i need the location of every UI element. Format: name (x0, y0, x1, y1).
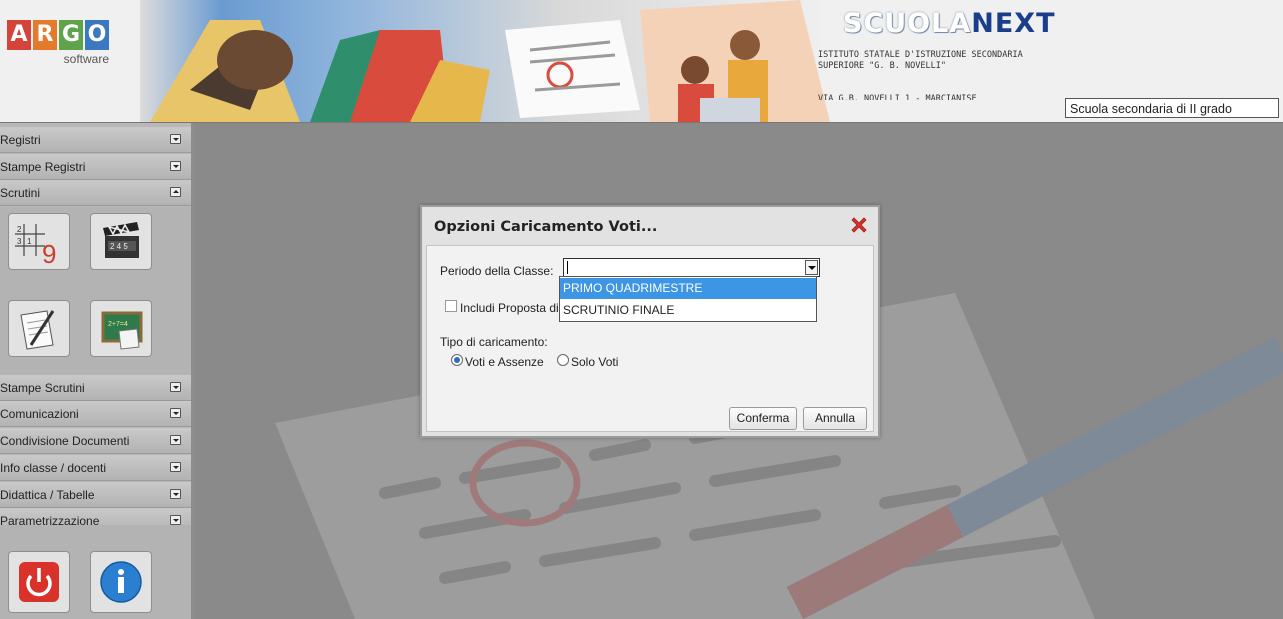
menu-stampe-registri[interactable]: Stampe Registri (0, 154, 191, 180)
logo-letter: A (7, 20, 31, 50)
brand-part2: NEXT (971, 8, 1056, 39)
menu-info-classe-docenti[interactable]: Info classe / docenti (0, 455, 191, 481)
school-type-select[interactable]: Scuola secondaria di II grado (1065, 98, 1279, 118)
dropdown-arrow-icon[interactable] (805, 260, 818, 275)
sidebar: Registri Stampe Registri Scrutini 2 3 1 … (0, 123, 195, 619)
dialog-body: Periodo della Classe: Includi Proposta d… (426, 245, 874, 432)
svg-text:1: 1 (27, 237, 32, 246)
svg-text:2 4 5: 2 4 5 (110, 242, 128, 251)
menu-label: Scrutini (0, 186, 41, 200)
scrutini-panel: 2 3 1 9 2 4 5 2+7=4 (0, 207, 191, 375)
periodo-label: Periodo della Classe: (440, 264, 554, 278)
expand-toggle-icon[interactable] (170, 134, 181, 144)
logo-letter: G (59, 20, 83, 50)
periodo-select[interactable] (563, 258, 820, 277)
school-address: VIA G.B. NOVELLI 1 - MARCIANISE (818, 94, 977, 100)
includi-proposta-label: Includi Proposta di voto (460, 301, 560, 315)
svg-text:3: 3 (17, 237, 22, 246)
menu-label: Stampe Scrutini (0, 381, 85, 395)
menu-comunicazioni[interactable]: Comunicazioni (0, 401, 191, 427)
school-name: ISTITUTO STATALE D'ISTRUZIONE SECONDARIA… (818, 50, 1023, 71)
menu-didattica-tabelle[interactable]: Didattica / Tabelle (0, 482, 191, 508)
svg-text:2+7=4: 2+7=4 (108, 321, 128, 328)
menu-label: Registri (0, 133, 41, 147)
dropdown-option-scrutinio-finale[interactable]: SCRUTINIO FINALE (560, 300, 816, 321)
grid-9-icon[interactable]: 2 3 1 9 (8, 213, 70, 270)
blackboard-icon[interactable]: 2+7=4 (90, 300, 152, 357)
expand-toggle-icon[interactable] (170, 408, 181, 418)
expand-toggle-icon[interactable] (170, 489, 181, 499)
confirm-button[interactable]: Conferma (729, 407, 797, 430)
clapperboard-icon[interactable]: 2 4 5 (90, 213, 152, 270)
tipo-caricamento-label: Tipo di caricamento: (440, 335, 548, 349)
logo-letter: R (33, 20, 57, 50)
menu-label: Condivisione Documenti (0, 434, 130, 448)
info-icon[interactable] (90, 551, 152, 613)
brand-part1: SCUOLA (843, 8, 972, 39)
svg-text:9: 9 (42, 239, 56, 269)
expand-toggle-icon[interactable] (170, 435, 181, 445)
menu-label: Comunicazioni (0, 407, 79, 421)
cancel-button[interactable]: Annulla (803, 407, 867, 430)
includi-proposta-checkbox[interactable] (445, 300, 457, 312)
dropdown-option-primo-quadrimestre[interactable]: PRIMO QUADRIMESTRE (560, 278, 816, 299)
power-icon[interactable] (8, 551, 70, 613)
menu-registri[interactable]: Registri (0, 127, 191, 153)
menu-label: Info classe / docenti (0, 461, 107, 475)
collapse-toggle-icon[interactable] (170, 187, 181, 197)
dialog-title: Opzioni Caricamento Voti... (434, 219, 658, 235)
radio-solo-voti[interactable] (557, 354, 569, 366)
menu-label: Didattica / Tabelle (0, 488, 95, 502)
menu-scrutini[interactable]: Scrutini (0, 180, 191, 206)
text-caret (567, 261, 568, 274)
argo-logo: A R G O software (7, 20, 109, 66)
logo-letter: O (85, 20, 109, 50)
radio-label-solo-voti: Solo Voti (571, 355, 619, 369)
radio-label-voti-e-assenze: Voti e Assenze (465, 355, 544, 369)
expand-toggle-icon[interactable] (170, 462, 181, 472)
menu-stampe-scrutini[interactable]: Stampe Scrutini (0, 375, 191, 401)
close-icon[interactable] (849, 215, 869, 235)
periodo-dropdown-list: PRIMO QUADRIMESTRE SCRUTINIO FINALE (559, 276, 817, 322)
scuolanext-logo: SCUOLANEXT (843, 8, 1056, 39)
expand-toggle-icon[interactable] (170, 382, 181, 392)
menu-condivisione-documenti[interactable]: Condivisione Documenti (0, 428, 191, 454)
expand-toggle-icon[interactable] (170, 515, 181, 525)
expand-toggle-icon[interactable] (170, 161, 181, 171)
radio-voti-e-assenze[interactable] (451, 354, 463, 366)
app-header: A R G O software SCUOLANEXT ISTITUTO STA… (0, 0, 1283, 123)
svg-text:2: 2 (17, 225, 22, 234)
logo-subtitle: software (63, 52, 109, 66)
bottom-panel (0, 525, 191, 619)
menu-label: Stampe Registri (0, 160, 86, 174)
pencil-paper-icon[interactable] (8, 300, 70, 357)
